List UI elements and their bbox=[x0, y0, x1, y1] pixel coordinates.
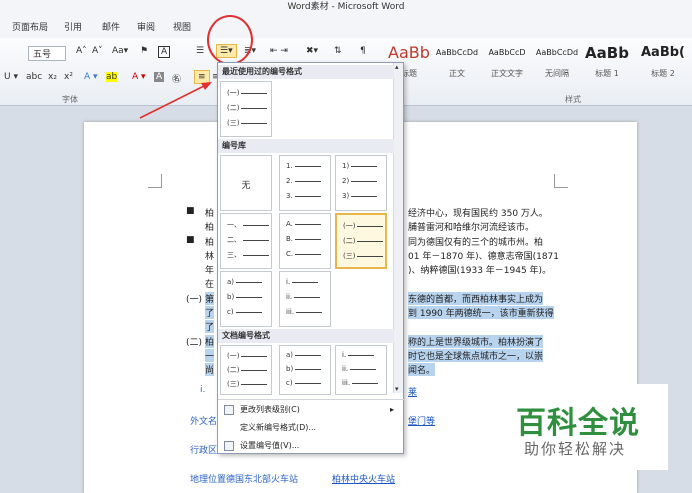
numbering-dropdown: ▴ ▾ 最近使用过的编号格式 (一) (二) (三) 编号库 无 1. 2. 3. 1)… bbox=[217, 62, 404, 454]
thumb-row: (二) bbox=[343, 236, 384, 246]
thumb-row: c) bbox=[286, 379, 321, 387]
thumb-label: c) bbox=[286, 379, 293, 387]
thumb-row: a) bbox=[227, 278, 263, 286]
thumb-label: 2. bbox=[286, 177, 293, 185]
thumb-row: 三、 bbox=[227, 250, 269, 260]
library-header: 编号库 bbox=[218, 139, 394, 153]
thumb-label: 二、 bbox=[227, 236, 241, 244]
scroll-down-icon[interactable]: ▾ bbox=[395, 385, 399, 393]
numbering-value-icon bbox=[224, 441, 234, 451]
thumb-label: C. bbox=[286, 250, 294, 258]
dropdown-scrollbar[interactable]: ▴ ▾ bbox=[393, 63, 403, 393]
thumb-label: 三、 bbox=[227, 251, 241, 259]
thumb-row: (一) bbox=[343, 221, 384, 231]
thumb-row: ii. bbox=[286, 293, 321, 301]
thumb-label: A. bbox=[286, 220, 293, 228]
thumb-label: (三) bbox=[343, 252, 356, 260]
watermark-subtitle: 助你轻松解决 bbox=[524, 440, 627, 458]
thumb-label: b) bbox=[227, 293, 235, 301]
thumb-label: (二) bbox=[227, 104, 240, 112]
thumb-label: 3) bbox=[342, 192, 350, 200]
menu-separator bbox=[218, 399, 404, 400]
thumb-row: (三) bbox=[227, 118, 268, 128]
thumb-row: iii. bbox=[286, 308, 323, 316]
thumb-row: 2. bbox=[286, 177, 321, 185]
thumb-label: (二) bbox=[227, 366, 240, 374]
thumb-row: c) bbox=[227, 308, 262, 316]
numbering-none-thumb[interactable]: 无 bbox=[220, 155, 272, 211]
define-new-format-item[interactable]: 定义新编号格式(D)... bbox=[222, 420, 398, 436]
thumb-row: (三) bbox=[343, 251, 384, 261]
thumb-label: 1. bbox=[286, 162, 293, 170]
thumb-label: iii. bbox=[342, 379, 351, 387]
thumb-row: C. bbox=[286, 250, 322, 258]
thumb-label: ii. bbox=[286, 293, 293, 301]
thumb-row: A. bbox=[286, 220, 321, 228]
thumb-row: i. bbox=[286, 278, 319, 286]
thumb-row: (三) bbox=[227, 379, 268, 389]
thumb-label: ii. bbox=[342, 365, 349, 373]
thumb-label: B. bbox=[286, 235, 294, 243]
numbering-format-thumb[interactable]: (一) (二) (三) bbox=[335, 213, 387, 269]
thumb-row: 3. bbox=[286, 192, 321, 200]
thumb-row: B. bbox=[286, 235, 322, 243]
numbering-format-thumb[interactable]: 一、 二、 三、 bbox=[220, 213, 272, 269]
thumb-row: 2) bbox=[342, 177, 378, 185]
thumb-row: 1. bbox=[286, 162, 321, 170]
thumb-row: 1) bbox=[342, 162, 378, 170]
numbering-format-thumb[interactable]: i. ii. iii. bbox=[335, 345, 387, 395]
thumb-label: b) bbox=[286, 365, 294, 373]
thumb-label: iii. bbox=[286, 308, 295, 316]
thumb-label: 一、 bbox=[227, 221, 241, 229]
menu-label: 更改列表级别(C) bbox=[240, 405, 300, 414]
thumb-label: i. bbox=[342, 351, 347, 359]
watermark-title: 百科全说 bbox=[516, 406, 640, 441]
thumb-row: 一、 bbox=[227, 220, 269, 230]
document-formats-header: 文档编号格式 bbox=[218, 329, 394, 343]
thumb-row: a) bbox=[286, 351, 322, 359]
thumb-row: (一) bbox=[227, 88, 268, 98]
thumb-row: i. bbox=[342, 351, 375, 359]
thumb-label: 3. bbox=[286, 192, 293, 200]
thumb-row: (二) bbox=[227, 365, 268, 375]
thumb-row: b) bbox=[227, 293, 263, 301]
thumb-row: ii. bbox=[342, 365, 377, 373]
thumb-label: (一) bbox=[343, 222, 356, 230]
list-level-icon bbox=[224, 405, 234, 415]
thumb-row: 3) bbox=[342, 192, 378, 200]
numbering-format-thumb[interactable]: i. ii. iii. bbox=[279, 271, 331, 327]
numbering-format-thumb[interactable]: (一) (二) (三) bbox=[220, 345, 272, 395]
menu-label: 定义新编号格式(D)... bbox=[240, 423, 317, 432]
thumb-label: 1) bbox=[342, 162, 350, 170]
recent-formats-header: 最近使用过的编号格式 bbox=[218, 65, 394, 79]
watermark-logo: 百科全说 助你轻松解决 bbox=[500, 384, 668, 470]
thumb-label: a) bbox=[286, 351, 294, 359]
numbering-format-thumb[interactable]: a) b) c) bbox=[279, 345, 331, 395]
thumb-label: (二) bbox=[343, 237, 356, 245]
numbering-format-thumb[interactable]: 1. 2. 3. bbox=[279, 155, 331, 211]
numbering-format-thumb[interactable]: (一) (二) (三) bbox=[220, 81, 272, 137]
thumb-row: (一) bbox=[227, 351, 268, 361]
change-list-level-item[interactable]: 更改列表级别(C) ▸ bbox=[222, 402, 398, 418]
thumb-row: iii. bbox=[342, 379, 379, 387]
thumb-label: (一) bbox=[227, 352, 240, 360]
thumb-label: 2) bbox=[342, 177, 350, 185]
thumb-row: (二) bbox=[227, 103, 268, 113]
menu-label: 设置编号值(V)... bbox=[240, 441, 300, 450]
scroll-up-icon[interactable]: ▴ bbox=[395, 63, 399, 71]
thumb-row: b) bbox=[286, 365, 322, 373]
thumb-label: (三) bbox=[227, 380, 240, 388]
numbering-format-thumb[interactable]: 1) 2) 3) bbox=[335, 155, 387, 211]
thumb-label: a) bbox=[227, 278, 235, 286]
thumb-label: i. bbox=[286, 278, 291, 286]
thumb-label: c) bbox=[227, 308, 234, 316]
numbering-format-thumb[interactable]: a) b) c) bbox=[220, 271, 272, 327]
thumb-label: (三) bbox=[227, 119, 240, 127]
numbering-format-thumb[interactable]: A. B. C. bbox=[279, 213, 331, 269]
set-numbering-value-item[interactable]: 设置编号值(V)... bbox=[222, 438, 398, 454]
thumb-row: 二、 bbox=[227, 235, 269, 245]
thumb-label: (一) bbox=[227, 89, 240, 97]
none-label: 无 bbox=[241, 181, 251, 191]
submenu-arrow-icon: ▸ bbox=[389, 405, 394, 414]
